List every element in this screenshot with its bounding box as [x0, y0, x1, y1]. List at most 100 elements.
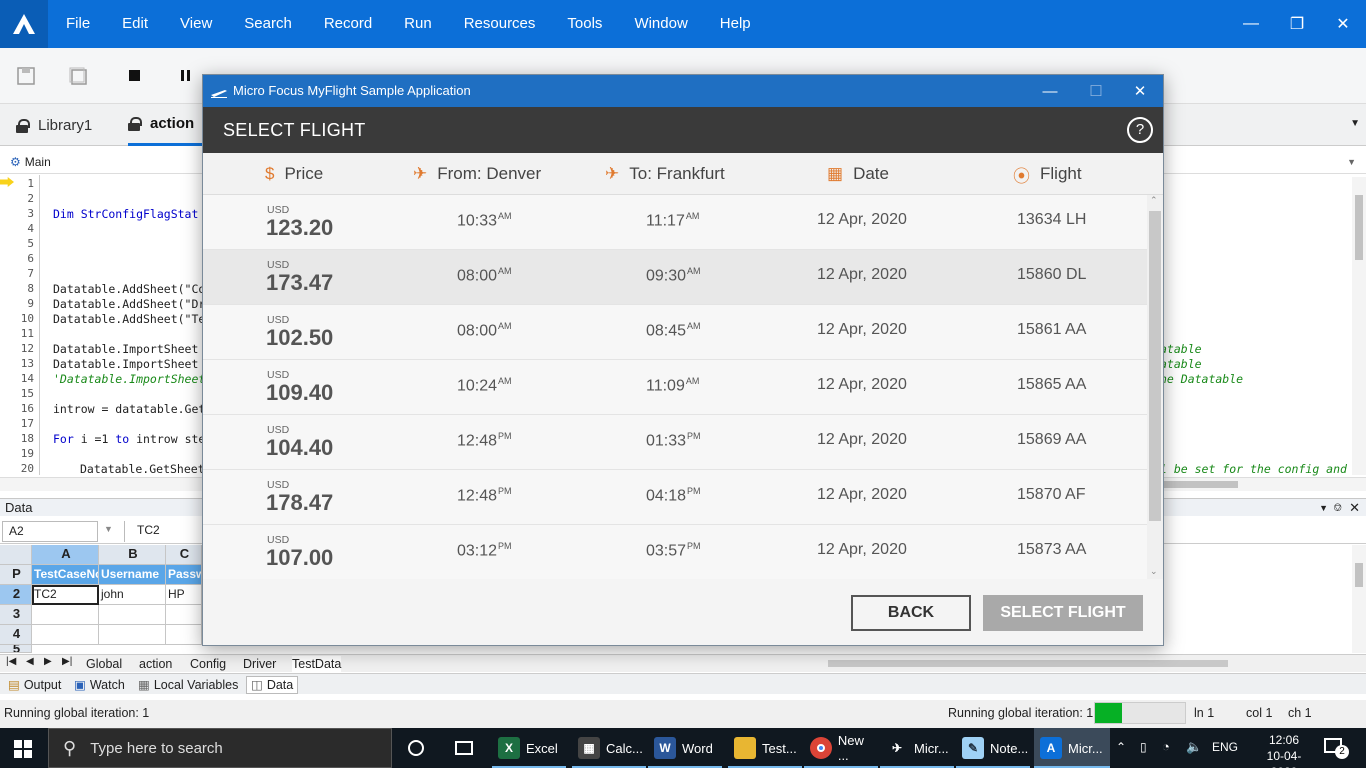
- menu-record[interactable]: Record: [308, 0, 388, 48]
- grid-cell[interactable]: HP: [166, 585, 202, 605]
- taskbar-word[interactable]: W Word: [648, 728, 722, 768]
- menu-edit[interactable]: Edit: [106, 0, 164, 48]
- grid-cell[interactable]: [99, 605, 166, 625]
- cell-reference-box[interactable]: A2: [2, 521, 98, 542]
- save-icon[interactable]: [16, 66, 36, 86]
- clock[interactable]: 12:06 10-04-2020: [1254, 732, 1314, 768]
- column-to[interactable]: ✈ To: Frankfurt: [605, 153, 725, 195]
- close-icon[interactable]: ✕: [1320, 0, 1366, 48]
- chevron-up-icon[interactable]: ⌃: [1116, 740, 1126, 754]
- cortana-icon[interactable]: [402, 728, 430, 768]
- menu-search[interactable]: Search: [228, 0, 308, 48]
- grid-cell-selected[interactable]: TC2: [32, 585, 99, 605]
- flight-row[interactable]: USD 107.00 03:12PM 03:57PM 12 Apr, 2020 …: [203, 525, 1147, 579]
- flight-row-selected[interactable]: USD 173.47 08:00AM 09:30AM 12 Apr, 2020 …: [203, 250, 1147, 305]
- maximize-icon[interactable]: ☐: [1073, 75, 1119, 107]
- menu-tools[interactable]: Tools: [551, 0, 618, 48]
- tab-data[interactable]: ◫ Data: [246, 676, 299, 694]
- flight-list-scrollbar[interactable]: ⌃ ⌄: [1147, 195, 1163, 579]
- last-sheet-icon[interactable]: ▶|: [62, 656, 72, 667]
- row-header[interactable]: 4: [0, 625, 32, 645]
- menu-view[interactable]: View: [164, 0, 228, 48]
- pane-menu-icon[interactable]: ▼: [1319, 499, 1328, 517]
- scroll-thumb[interactable]: [1149, 211, 1161, 521]
- notification-icon[interactable]: 2: [1324, 738, 1349, 759]
- volume-icon[interactable]: 🔈: [1186, 739, 1202, 755]
- select-flight-button[interactable]: SELECT FLIGHT: [983, 595, 1143, 631]
- column-header[interactable]: B: [99, 545, 166, 565]
- scroll-thumb[interactable]: [1355, 195, 1363, 260]
- restore-icon[interactable]: ❐: [1274, 0, 1320, 48]
- battery-icon[interactable]: ▯: [1140, 740, 1147, 754]
- sheet-tab-global[interactable]: Global: [86, 656, 122, 672]
- flight-row[interactable]: USD 123.20 10:33AM 11:17AM 12 Apr, 2020 …: [203, 195, 1147, 250]
- grid-cell[interactable]: Passw: [166, 565, 202, 585]
- menu-help[interactable]: Help: [704, 0, 767, 48]
- taskbar-notepad[interactable]: ✎ Note...: [956, 728, 1030, 768]
- column-header[interactable]: C: [166, 545, 202, 565]
- sheet-tab-config[interactable]: Config: [190, 656, 226, 672]
- flight-row[interactable]: USD 178.47 12:48PM 04:18PM 12 Apr, 2020 …: [203, 470, 1147, 525]
- minimize-icon[interactable]: —: [1027, 75, 1073, 107]
- taskbar-explorer[interactable]: Test...: [728, 728, 802, 768]
- chevron-down-icon[interactable]: ▼: [1347, 157, 1356, 167]
- grid-cell[interactable]: [32, 605, 99, 625]
- tab-output[interactable]: ▤ Output: [8, 676, 61, 694]
- column-price[interactable]: $ Price: [265, 153, 323, 195]
- scroll-thumb[interactable]: [1355, 563, 1363, 587]
- pause-icon[interactable]: [176, 66, 196, 86]
- help-icon[interactable]: ?: [1127, 117, 1153, 143]
- flight-row[interactable]: USD 102.50 08:00AM 08:45AM 12 Apr, 2020 …: [203, 305, 1147, 360]
- tab-action[interactable]: action: [128, 104, 203, 146]
- next-sheet-icon[interactable]: ▶: [44, 656, 52, 667]
- menu-file[interactable]: File: [50, 0, 106, 48]
- sheet-tab-action[interactable]: action: [139, 656, 172, 672]
- stop-icon[interactable]: [125, 66, 145, 86]
- save-all-icon[interactable]: [68, 66, 88, 86]
- column-from[interactable]: ✈ From: Denver: [413, 153, 541, 195]
- flight-row[interactable]: USD 104.40 12:48PM 01:33PM 12 Apr, 2020 …: [203, 415, 1147, 470]
- taskbar-calculator[interactable]: ▦ Calc...: [572, 728, 646, 768]
- column-flight[interactable]: ⦿ Flight: [1013, 153, 1082, 195]
- close-icon[interactable]: ✕: [1349, 499, 1360, 517]
- grid-cell[interactable]: [166, 605, 202, 625]
- column-date[interactable]: ▦ Date: [827, 153, 889, 195]
- grid-cell[interactable]: TestCaseNo: [32, 565, 99, 585]
- tab-local-variables[interactable]: ▦ Local Variables: [138, 676, 238, 694]
- grid-cell[interactable]: john: [99, 585, 166, 605]
- first-sheet-icon[interactable]: |◀: [6, 656, 16, 667]
- taskbar-chrome[interactable]: New ...: [804, 728, 878, 768]
- prev-sheet-icon[interactable]: ◀: [26, 656, 34, 667]
- dialog-title-bar[interactable]: Micro Focus MyFlight Sample Application …: [203, 75, 1163, 107]
- windows-start-icon[interactable]: [14, 740, 32, 761]
- tab-library1[interactable]: Library1: [16, 104, 92, 146]
- grid-cell[interactable]: Username: [99, 565, 166, 585]
- row-header[interactable]: P: [0, 565, 32, 585]
- task-view-icon[interactable]: [450, 728, 478, 768]
- taskbar-excel[interactable]: X Excel: [492, 728, 566, 768]
- grid-cell[interactable]: [99, 625, 166, 645]
- taskbar-search-box[interactable]: ⚲ Type here to search: [48, 728, 392, 768]
- row-header[interactable]: 2: [0, 585, 32, 605]
- row-header[interactable]: 3: [0, 605, 32, 625]
- sheet-horizontal-scroll-thumb[interactable]: [828, 660, 1228, 667]
- close-icon[interactable]: ✕: [1117, 75, 1163, 107]
- tab-list-icon[interactable]: ▼: [1350, 118, 1360, 129]
- grid-corner[interactable]: [0, 545, 32, 565]
- sheet-tab-driver[interactable]: Driver: [243, 656, 276, 672]
- taskbar-uft[interactable]: A Micr...: [1034, 728, 1110, 768]
- minimize-icon[interactable]: —: [1228, 0, 1274, 48]
- row-header[interactable]: 5: [0, 645, 32, 653]
- menu-run[interactable]: Run: [388, 0, 448, 48]
- back-button[interactable]: BACK: [851, 595, 971, 631]
- taskbar-myflight[interactable]: ✈ Micr...: [880, 728, 954, 768]
- grid-cell[interactable]: [32, 625, 99, 645]
- editor-vertical-scrollbar[interactable]: [1352, 177, 1366, 475]
- pin-icon[interactable]: ⎊: [1333, 499, 1342, 517]
- grid-vertical-scrollbar[interactable]: [1352, 545, 1366, 653]
- grid-cell[interactable]: [166, 625, 202, 645]
- sheet-tab-testdata[interactable]: TestData: [292, 656, 342, 672]
- menu-window[interactable]: Window: [618, 0, 703, 48]
- chevron-down-icon[interactable]: ▼: [104, 524, 113, 534]
- scroll-up-icon[interactable]: ⌃: [1150, 195, 1158, 206]
